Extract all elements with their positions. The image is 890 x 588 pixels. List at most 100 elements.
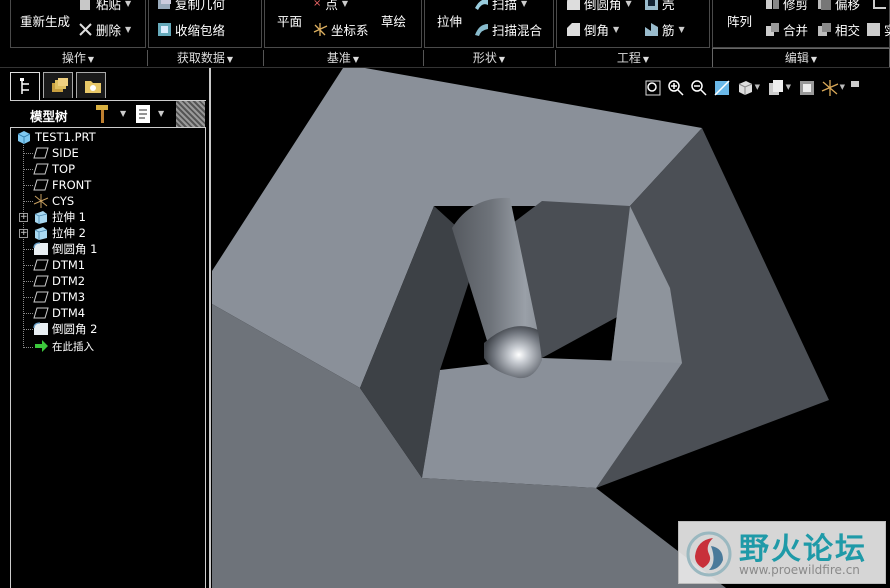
tree-item-label: DTM3 <box>52 290 86 304</box>
regenerate-button[interactable]: 重新生成 <box>20 11 70 30</box>
group-label-editing[interactable]: 编辑 ▼ <box>712 50 890 66</box>
mirror-label: 修剪 <box>783 0 809 12</box>
tree-connector <box>23 281 33 282</box>
chevron-down-icon: ▼ <box>341 0 349 8</box>
panel-splitter[interactable] <box>209 68 211 588</box>
tree-connector <box>23 143 24 348</box>
group-label-shapes[interactable]: 形状 ▼ <box>424 50 554 66</box>
chevron-down-icon: ▼ <box>642 55 650 64</box>
coordinate-system-button[interactable]: 坐标系 <box>313 20 369 39</box>
tab-favorites[interactable] <box>76 72 106 98</box>
chevron-down-icon: ▼ <box>625 0 632 8</box>
tree-item-dtm3[interactable]: DTM3 <box>33 289 85 305</box>
intersect-button[interactable]: 相交 <box>817 20 860 39</box>
panel-grip-handle[interactable] <box>176 101 205 127</box>
view-manager-button[interactable] <box>798 79 816 97</box>
chevron-down-icon: ▼ <box>839 83 845 91</box>
tree-item-insert-here[interactable]: 在此插入 <box>33 338 94 354</box>
chevron-down-icon[interactable]: ▼ <box>120 109 126 118</box>
tree-item-round-1[interactable]: 倒圆角 1 <box>33 241 97 257</box>
copy-geometry-button[interactable]: 复制几何 <box>157 0 225 13</box>
document-icon[interactable] <box>135 104 151 124</box>
paste-button[interactable]: 粘贴 ▼ <box>78 0 131 13</box>
reorient-button[interactable] <box>713 79 731 97</box>
chevron-down-icon: ▼ <box>785 83 791 91</box>
group-label-get-data[interactable]: 获取数据 ▼ <box>148 50 262 66</box>
tree-item-label: DTM4 <box>52 306 86 320</box>
chevron-down-icon[interactable]: ▼ <box>158 109 164 118</box>
tree-item-dtm1[interactable]: DTM1 <box>33 257 85 273</box>
refit-button[interactable] <box>644 79 662 97</box>
rib-button[interactable]: 筋 ▼ <box>644 20 685 39</box>
extra-label: 实 <box>884 20 890 39</box>
merge-button[interactable]: 合并 <box>765 20 808 39</box>
delete-label: 删除 <box>96 23 122 38</box>
tab-model-tree[interactable] <box>10 72 40 100</box>
paste-icon <box>80 0 90 10</box>
tree-item-label: TOP <box>52 162 76 176</box>
tree-connector <box>23 297 33 298</box>
tree-item-label: 倒圆角 1 <box>52 242 98 256</box>
coordinate-system-icon <box>313 23 328 36</box>
tree-item-top[interactable]: TOP <box>33 161 75 177</box>
tree-item-extrude-1[interactable]: 拉伸 1 <box>33 209 86 225</box>
graphics-window[interactable]: ▼ ▼ ▼ <box>212 68 890 588</box>
tree-connector <box>23 347 33 348</box>
group-label-datum[interactable]: 基准 ▼ <box>264 50 422 66</box>
extrude-button[interactable]: 拉伸 <box>437 11 462 30</box>
display-style-button[interactable]: ▼ <box>736 79 760 97</box>
round-icon <box>33 322 48 335</box>
swept-blend-button[interactable]: 扫描混合 <box>474 20 542 39</box>
tree-connector <box>23 169 33 170</box>
tree-connector <box>23 329 33 330</box>
expand-toggle[interactable]: + <box>19 229 28 238</box>
datum-plane-icon <box>33 275 49 287</box>
group-label-engineering[interactable]: 工程 ▼ <box>556 50 710 66</box>
plane-button[interactable]: 平面 <box>277 11 302 30</box>
chamfer-button[interactable]: 倒角 ▼ <box>566 20 619 39</box>
trim-button[interactable] <box>872 0 890 9</box>
delete-button[interactable]: 删除 ▼ <box>78 20 131 39</box>
sketch-button[interactable]: 草绘 <box>381 11 406 30</box>
pattern-button[interactable]: 阵列 <box>727 11 752 30</box>
tree-item-part[interactable]: TEST1.PRT <box>16 129 96 145</box>
round-label: 倒圆角 <box>584 0 622 12</box>
zoom-out-button[interactable] <box>690 79 708 97</box>
tree-item-front[interactable]: FRONT <box>33 177 91 193</box>
saved-views-button[interactable]: ▼ <box>767 79 791 97</box>
tree-item-side[interactable]: SIDE <box>33 145 79 161</box>
coordinate-system-label: 坐标系 <box>331 23 369 38</box>
group-label-operations[interactable]: 操作 ▼ <box>10 50 146 66</box>
part-icon <box>17 131 31 144</box>
datum-display-button[interactable]: ▼ <box>821 79 845 97</box>
panel-title: 模型树 <box>30 109 68 124</box>
tree-item-dtm4[interactable]: DTM4 <box>33 305 85 321</box>
shell-button[interactable]: 壳 <box>644 0 675 13</box>
tree-item-label: 拉伸 2 <box>52 226 86 240</box>
tree-item-label: 拉伸 1 <box>52 210 86 224</box>
tree-item-dtm2[interactable]: DTM2 <box>33 273 85 289</box>
more-view-options-icon <box>851 81 859 87</box>
hammer-icon[interactable] <box>94 104 112 124</box>
shrinkwrap-button[interactable]: 收缩包络 <box>157 20 225 39</box>
extra-button[interactable]: 实 <box>866 20 890 39</box>
model-tree-header: 模型树 ▼ ▼ <box>10 100 206 127</box>
shell-icon <box>645 0 658 10</box>
tree-item-cys[interactable]: CYS <box>33 193 74 209</box>
round-button[interactable]: 倒圆角 ▼ <box>566 0 632 13</box>
offset-button[interactable]: 偏移 <box>817 0 860 13</box>
model-tree[interactable]: TEST1.PRT SIDE TOP FRONT CYS + 拉伸 1 + 拉伸… <box>10 127 206 588</box>
tab-folder-browser[interactable] <box>43 72 73 98</box>
layers-icon <box>52 78 68 92</box>
chevron-down-icon: ▼ <box>521 0 528 8</box>
mirror-button[interactable]: 修剪 <box>765 0 808 13</box>
extrude-label: 拉伸 <box>437 14 463 29</box>
expand-toggle[interactable]: + <box>19 213 28 222</box>
point-button[interactable]: × 点 ▼ <box>313 0 348 13</box>
tree-item-extrude-2[interactable]: 拉伸 2 <box>33 225 86 241</box>
sweep-button[interactable]: 扫描 ▼ <box>474 0 527 13</box>
tree-item-round-2[interactable]: 倒圆角 2 <box>33 321 97 337</box>
zoom-in-button[interactable] <box>667 79 685 97</box>
more-view-options-button[interactable] <box>850 79 868 97</box>
point-label: 点 <box>325 0 338 12</box>
